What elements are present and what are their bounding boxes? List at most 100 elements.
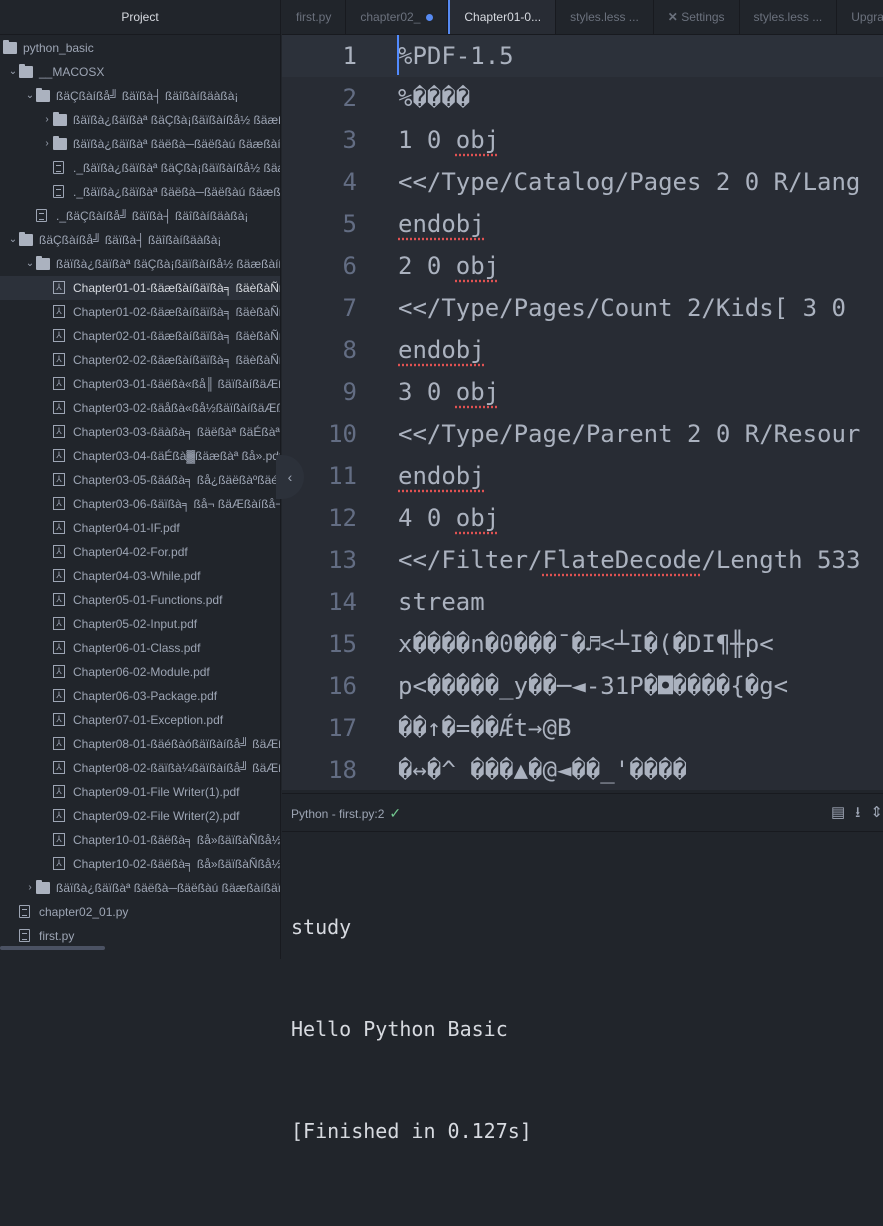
tree-file[interactable]: ⅄ Chapter08-02-ßäïßà¼ßäïßàíßå╝ ßäÆßàí (0, 756, 280, 780)
tab-5[interactable]: styles.less ... (740, 0, 838, 34)
chevron-right-icon[interactable]: › (25, 876, 35, 900)
tree-folder[interactable]: ⌄ ßäïßà¿ßäïßàª ßäÇßà¡ßäïßàíßå½ ßäæßàíßäïß… (0, 252, 280, 276)
tree-file[interactable]: ⅄ Chapter09-01-File Writer(1).pdf (0, 780, 280, 804)
chevron-down-icon[interactable]: ⌄ (8, 60, 18, 84)
tree-file[interactable]: ⅄ Chapter03-04-ßäÉßà▓ßäæßàª ßå».pdf (0, 444, 280, 468)
code-line: 4 <</Type/Catalog/Pages 2 0 R/Lang (282, 161, 883, 203)
code-text: endobj (398, 329, 485, 371)
tree-file[interactable]: ⅄ Chapter03-03-ßäàßà╕ ßäëßàª ßäÉßàª .pdf (0, 420, 280, 444)
spellcheck-underlined-word: obj (455, 126, 500, 154)
code-text: 2 0 obj (398, 245, 499, 287)
tree-file[interactable]: ⅄ Chapter10-01-ßäëßà╕ ßå»ßäïßàÑßå½ ß (0, 828, 280, 852)
tree-file[interactable]: first.py (0, 924, 280, 948)
tab-2[interactable]: Chapter01-0... (448, 0, 557, 34)
tree-file[interactable]: ⅄ Chapter10-02-ßäëßà╕ ßå»ßäïßàÑßå½ ß (0, 852, 280, 876)
tab-0[interactable]: first.py (282, 0, 347, 34)
tree-file[interactable]: ._ßäïßà¿ßäïßàª ßäëßà─ßäëßàú ßäæßàíßäï (0, 180, 280, 204)
code-line: 8 endobj (282, 329, 883, 371)
tree-file[interactable]: ⅄ Chapter05-01-Functions.pdf (0, 588, 280, 612)
tab-6[interactable]: Upgrad (837, 0, 883, 34)
tab-label: Upgrad (851, 10, 883, 24)
tree-file[interactable]: ⅄ Chapter03-02-ßäåßà«ßå½ßäïßàíßäÆßàº (0, 396, 280, 420)
chevron-right-icon[interactable]: › (42, 108, 52, 132)
tree-item-label: Chapter09-02-File Writer(2).pdf (73, 809, 240, 823)
code-segment: stream (398, 588, 485, 616)
code-line: 1 %PDF-1.5 (282, 35, 883, 77)
tree-folder[interactable]: › ßäïßà¿ßäïßàª ßäÇßà¡ßäïßàíßå½ ßäæßàíßäïß… (0, 108, 280, 132)
tree-file[interactable]: ⅄ Chapter06-02-Module.pdf (0, 660, 280, 684)
tree-file[interactable]: ._ßäÇßàíßå╝ ßäïßà┤ ßäîßàíßäàßà¡ (0, 204, 280, 228)
code-text: endobj (398, 203, 485, 245)
chevron-down-icon[interactable]: ⌄ (25, 252, 35, 276)
chevron-left-icon: ‹ (287, 469, 293, 485)
tab-4[interactable]: ✕ Settings (654, 0, 740, 34)
tree-file[interactable]: ⅄ Chapter07-01-Exception.pdf (0, 708, 280, 732)
code-segment: %PDF-1.5 (398, 42, 514, 70)
chevron-down-icon[interactable]: ⌄ (8, 228, 18, 252)
tree-item-label: Chapter09-01-File Writer(1).pdf (73, 785, 240, 799)
file-icon (53, 161, 64, 174)
tree-folder[interactable]: › ßäïßà¿ßäïßàª ßäëßà─ßäëßàú ßäæßàíßäïßà╕ (0, 876, 280, 900)
copy-output-icon[interactable]: ▤ (831, 794, 845, 832)
tab-3[interactable]: styles.less ... (556, 0, 654, 34)
tab-label: styles.less ... (570, 10, 639, 24)
tree-file[interactable]: ⅄ Chapter03-01-ßäëßà«ßå║ ßäïßàíßäÆßàº (0, 372, 280, 396)
tree-file[interactable]: ⅄ Chapter04-03-While.pdf (0, 564, 280, 588)
code-segment: <</Type/Catalog/Pages 2 0 R/Lang (398, 168, 861, 196)
tree-file[interactable]: ⅄ Chapter05-02-Input.pdf (0, 612, 280, 636)
editor[interactable]: 1 %PDF-1.5 2 %���� 3 1 0 obj 4 <</Type/Catalog/… (282, 35, 883, 790)
tree-file[interactable]: ⅄ Chapter01-01-ßäæßàíßäïßà╕ ßäèßàÑßå (0, 276, 280, 300)
pdf-file-icon: ⅄ (53, 449, 65, 462)
tree-file[interactable]: ⅄ Chapter01-02-ßäæßàíßäïßà╕ ßäèßàÑßå (0, 300, 281, 324)
tree-folder[interactable]: python_basic (0, 36, 280, 60)
code-text: %PDF-1.5 (398, 35, 514, 77)
tree-folder[interactable]: ⌄ __MACOSX (0, 60, 280, 84)
pdf-file-icon: ⅄ (53, 713, 65, 726)
project-sidebar: Project python_basic ⌄ __MACOSX ⌄ ßäÇßàíßå╝ … (0, 0, 281, 959)
file-icon (19, 929, 30, 942)
tree-item-label: python_basic (23, 41, 94, 55)
tab-1[interactable]: chapter02_ (346, 0, 449, 34)
resize-icon[interactable]: ⇕ (870, 794, 883, 832)
tree-file[interactable]: ⅄ Chapter02-01-ßäæßàíßäïßà╕ ßäèßàÑßå (0, 324, 280, 348)
spellcheck-underlined-word: endobj (398, 462, 485, 490)
tree-item-label: Chapter01-02-ßäæßàíßäïßà╕ ßäèßàÑßå (73, 305, 281, 319)
tree-file[interactable]: ⅄ Chapter03-06-ßäïßà╕ ßå¬ ßäÆßàíßå¬ .pdf (0, 492, 280, 516)
tree-item-label: ._ßäÇßàíßå╝ ßäïßà┤ ßäîßàíßäàßà¡ (56, 209, 249, 223)
tree-folder[interactable]: › ßäïßà¿ßäïßàª ßäëßà─ßäëßàú ßäæßàíßäïßäï (0, 132, 280, 156)
tree-file[interactable]: ⅄ Chapter03-05-ßäáßà╕ ßå¿ßäëßàºßäéßàı (0, 468, 280, 492)
pdf-file-icon: ⅄ (53, 761, 65, 774)
line-number: 18 (328, 756, 357, 784)
line-number: 13 (328, 546, 357, 574)
tree-file[interactable]: ⅄ Chapter08-01-ßäéßàóßäïßàíßå╝ ßäÆßàí (0, 732, 280, 756)
code-text: <</Filter/FlateDecode/Length 533 (398, 539, 860, 581)
tree-file[interactable]: ⅄ Chapter06-01-Class.pdf (0, 636, 280, 660)
tree-file[interactable]: ._ßäïßà¿ßäïßàª ßäÇßà¡ßäïßàíßå½ ßäæßàíßäï (0, 156, 280, 180)
pdf-file-icon: ⅄ (53, 617, 65, 630)
code-segment: ��↑�=��Ǽt→@B (398, 714, 572, 742)
chevron-right-icon[interactable]: › (42, 132, 52, 156)
tree-file[interactable]: ⅄ Chapter06-03-Package.pdf (0, 684, 280, 708)
tree-folder[interactable]: ⌄ ßäÇßàíßå╝ ßäïßà┤ ßäîßàíßäàßà¡ (0, 84, 280, 108)
pdf-file-icon: ⅄ (53, 737, 65, 750)
tree-item-label: __MACOSX (39, 65, 105, 79)
code-line: 15 x����n�0���¯�♬<┴I�(�DI¶╫p< (282, 623, 883, 665)
tab-label: chapter02_ (360, 10, 421, 24)
tree-file[interactable]: ⅄ Chapter04-02-For.pdf (0, 540, 280, 564)
tree-item-label: Chapter06-02-Module.pdf (73, 665, 210, 679)
tree-file[interactable]: ⅄ Chapter09-02-File Writer(2).pdf (0, 804, 280, 828)
tree-folder[interactable]: ⌄ ßäÇßàíßå╝ ßäïßà┤ ßäîßàíßäàßà¡ (0, 228, 280, 252)
pdf-file-icon: ⅄ (53, 809, 65, 822)
tree-file[interactable]: ⅄ Chapter04-01-IF.pdf (0, 516, 280, 540)
tree-file[interactable]: ⅄ Chapter02-02-ßäæßàíßäïßà╕ ßäèßàÑßå (0, 348, 280, 372)
line-number: 17 (328, 714, 357, 742)
tree-item-label: Chapter04-02-For.pdf (73, 545, 188, 559)
code-line: 3 1 0 obj (282, 119, 883, 161)
pdf-file-icon: ⅄ (53, 593, 65, 606)
tree-file[interactable]: chapter02_01.py (0, 900, 280, 924)
pdf-file-icon: ⅄ (53, 569, 65, 582)
download-icon[interactable]: ⭳ (855, 794, 860, 832)
spellcheck-underlined-word: obj (455, 252, 500, 280)
chevron-down-icon[interactable]: ⌄ (25, 84, 35, 108)
horizontal-scrollbar[interactable] (0, 946, 105, 950)
